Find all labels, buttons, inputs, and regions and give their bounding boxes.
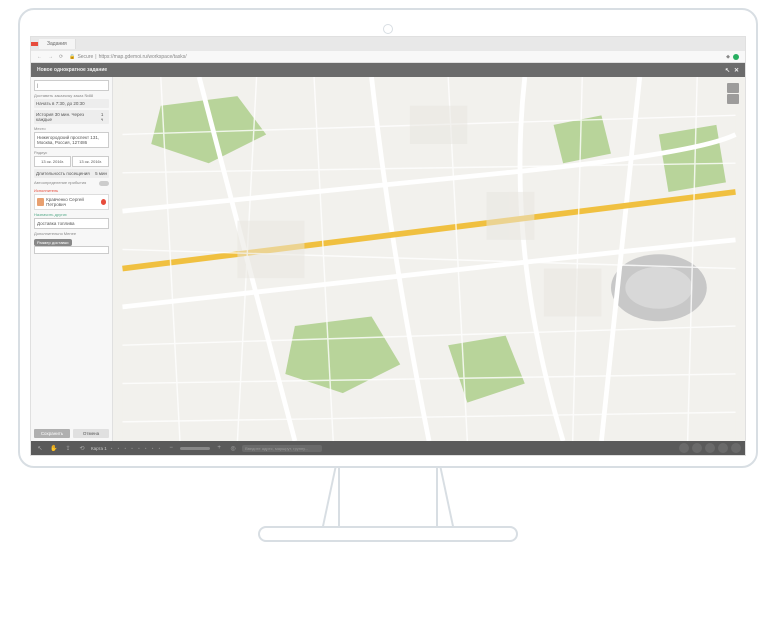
save-button[interactable]: Сохранить xyxy=(34,429,70,438)
map-controls xyxy=(727,83,739,104)
task-sidebar: | Доставить заказчику заказ №88 Начать в… xyxy=(31,77,113,441)
share-icon[interactable]: ⇪ xyxy=(63,443,73,453)
browser-tab[interactable]: Задания xyxy=(39,39,76,49)
tab-indicator[interactable] xyxy=(31,42,39,46)
extension-icon[interactable]: ◆ xyxy=(726,54,730,60)
address-input[interactable]: Нижегородский проспект 131, Москва, Росс… xyxy=(34,132,109,148)
executor-item[interactable]: Кравченко Сергей Петрович xyxy=(34,194,109,210)
toolbar-circle-3[interactable] xyxy=(705,443,715,453)
toolbar-circle-1[interactable] xyxy=(679,443,689,453)
delivery-size-input[interactable] xyxy=(34,246,109,254)
page-title: Новое однократное задание xyxy=(37,67,107,73)
url-text[interactable]: https://map.gdemoi.ru/workspace/tasks/ xyxy=(99,54,187,60)
radius-label: Радиус xyxy=(34,150,109,155)
sidebar-footer: Сохранить Отмена xyxy=(34,426,109,438)
executor-name: Кравченко Сергей Петрович xyxy=(46,197,99,207)
target-icon[interactable]: ◎ xyxy=(228,443,238,453)
task-deliver-label: Доставить заказчику заказ №88 xyxy=(34,93,109,98)
nav-back-icon[interactable]: ← xyxy=(37,54,42,60)
browser-tabbar: Задания xyxy=(31,37,745,51)
delivery-input[interactable]: Доставка топлива xyxy=(34,218,109,229)
map-search-input[interactable]: Введите адрес, маршрут, группу... xyxy=(242,445,322,452)
avatar-icon xyxy=(37,198,44,206)
map-canvas[interactable] xyxy=(113,77,745,441)
action-less[interactable]: Менее xyxy=(64,231,76,236)
pagination-dots[interactable]: • • • • • • • • xyxy=(111,446,162,451)
duration-row[interactable]: Длительность посещения5 мин xyxy=(34,169,109,178)
add-executor-link[interactable]: Назначить других xyxy=(34,212,109,217)
action-more[interactable]: Дополнительно xyxy=(34,231,63,236)
tool-icon-1[interactable]: ↖ xyxy=(725,67,730,74)
screen: Задания ← → ⟳ 🔒 Secure | https://map.gde… xyxy=(30,36,746,456)
secure-label: Secure xyxy=(77,54,93,60)
bottom-toolbar: ↖ ✋ ⇪ ⟲ Карта 1 • • • • • • • • − + ◎ Вв… xyxy=(31,441,745,455)
zoom-out-icon[interactable]: − xyxy=(166,443,176,453)
date-start-input[interactable]: 13 ок. 2016г. xyxy=(34,156,71,167)
toolbar-circle-4[interactable] xyxy=(718,443,728,453)
lock-icon: 🔒 xyxy=(69,54,75,60)
monitor-frame: Задания ← → ⟳ 🔒 Secure | https://map.gde… xyxy=(18,8,758,468)
content-area: | Доставить заказчику заказ №88 Начать в… xyxy=(31,77,745,441)
arrival-label: Автоопределение прибытия xyxy=(34,180,86,185)
monitor-stand-neck xyxy=(338,468,438,528)
zoom-in-icon[interactable]: + xyxy=(214,443,224,453)
app-titlebar: Новое однократное задание ↖ ✕ xyxy=(31,63,745,77)
address-label: Место xyxy=(34,126,109,131)
zoom-slider[interactable] xyxy=(180,447,210,450)
nav-reload-icon[interactable]: ⟳ xyxy=(59,54,63,60)
history-row[interactable]: История 30 мин. Через каждые1 ч xyxy=(34,110,109,124)
hand-tool-icon[interactable]: ✋ xyxy=(49,443,59,453)
monitor-stand-base xyxy=(258,526,518,542)
tool-icon-2[interactable]: ✕ xyxy=(734,67,739,74)
remove-executor-icon[interactable] xyxy=(101,199,106,205)
date-end-input[interactable]: 13 ок. 2016г. xyxy=(72,156,109,167)
cursor-tool-icon[interactable]: ↖ xyxy=(35,443,45,453)
delivery-size-tag[interactable]: Размер доставки xyxy=(34,239,72,246)
browser-urlbar: ← → ⟳ 🔒 Secure | https://map.gdemoi.ru/w… xyxy=(31,51,745,63)
toolbar-circle-2[interactable] xyxy=(692,443,702,453)
map-layers-button[interactable] xyxy=(727,94,739,104)
nav-forward-icon[interactable]: → xyxy=(48,54,53,60)
cancel-button[interactable]: Отмена xyxy=(73,429,109,438)
map-svg xyxy=(113,77,745,441)
time-row[interactable]: Начать в 7:30, до 20:30 xyxy=(34,99,109,108)
route-icon[interactable]: ⟲ xyxy=(77,443,87,453)
task-name-input[interactable]: | xyxy=(34,80,109,91)
extension-dot-icon[interactable] xyxy=(733,54,739,60)
map-control-button[interactable] xyxy=(727,83,739,93)
toolbar-circle-5[interactable] xyxy=(731,443,741,453)
executor-section-label: Исполнитель xyxy=(34,188,109,193)
map-label: Карта 1 xyxy=(91,446,107,451)
arrival-toggle[interactable] xyxy=(99,181,109,186)
date-row: 13 ок. 2016г. 13 ок. 2016г. xyxy=(34,156,109,167)
camera-dot xyxy=(383,24,393,34)
